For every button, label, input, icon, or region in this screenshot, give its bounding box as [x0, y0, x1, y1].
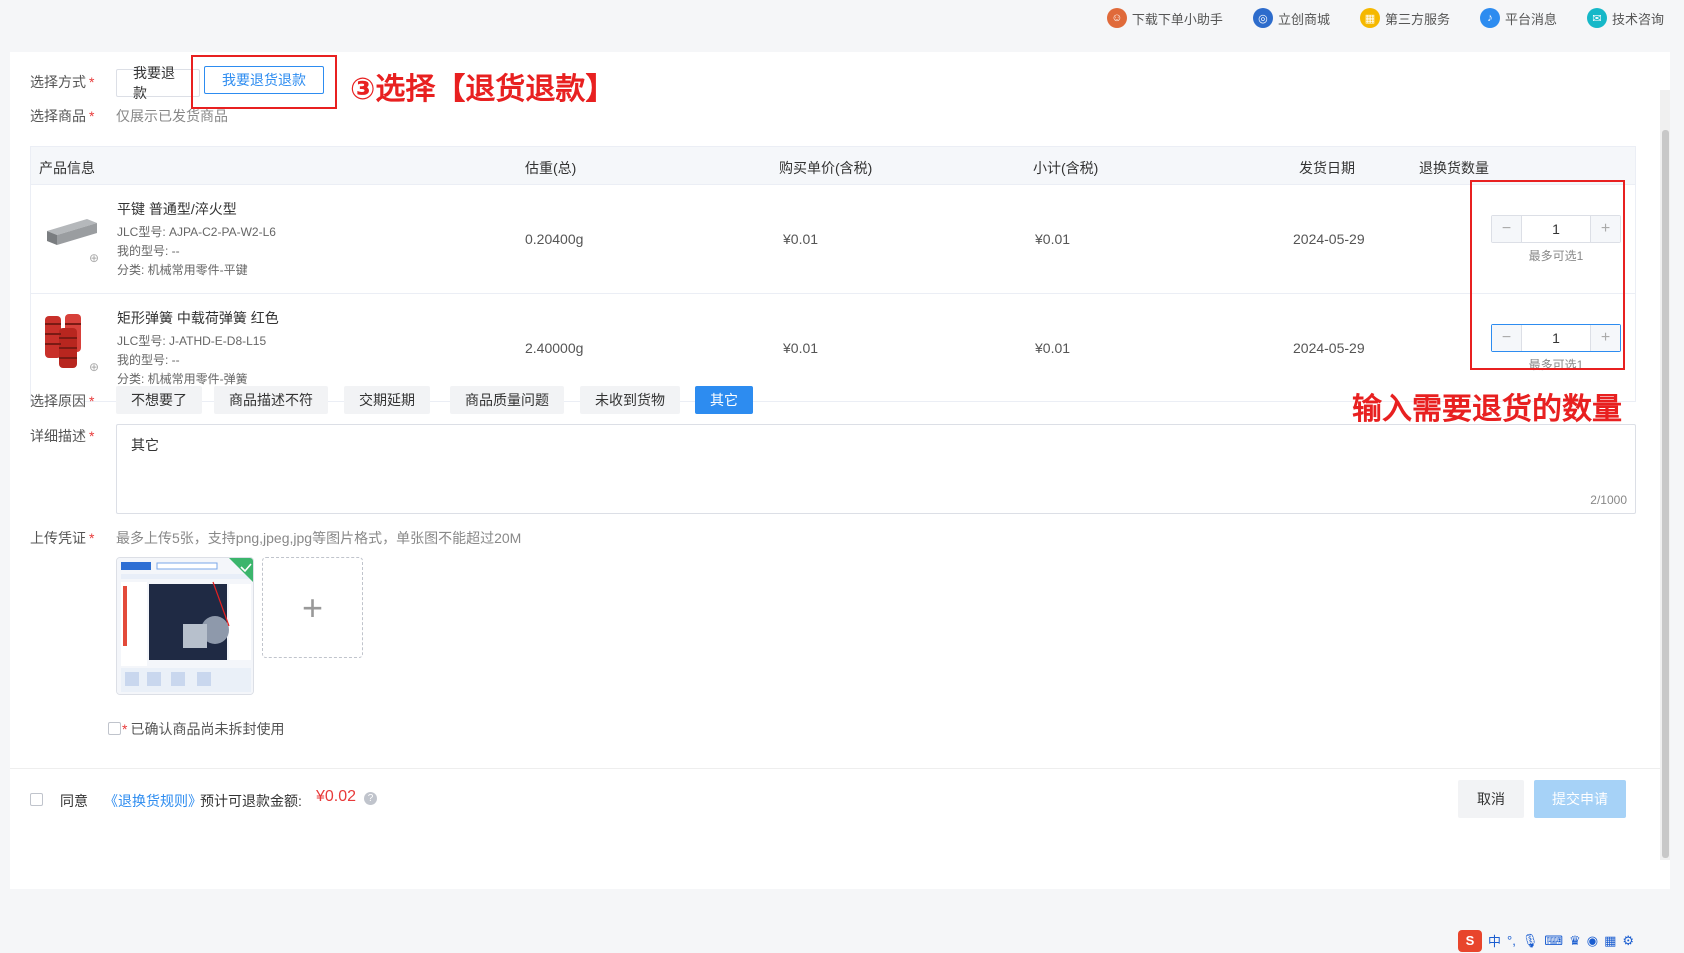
annotation-box-qty	[1470, 180, 1625, 370]
reason-button-not-received[interactable]: 未收到货物	[580, 386, 680, 414]
goods-label: 选择商品 *	[30, 108, 95, 124]
method-refund-only-button[interactable]: 我要退款	[116, 65, 200, 101]
table-row: ⊕ 平键 普通型/淬火型 JLC型号: AJPA-C2-PA-W2-L6 我的型…	[31, 185, 1635, 294]
topbar-messages[interactable]: ♪ 平台消息	[1479, 8, 1557, 28]
annotation-qty-text: 输入需要退货的数量	[1352, 393, 1622, 426]
cell-ship-date: 2024-05-29	[1293, 231, 1365, 247]
rules-link[interactable]: 《退换货规则》	[104, 791, 202, 811]
ime-toolbar: S 中 °, 🎙 ⌨ ♛ ◉ ▦ ⚙	[1458, 928, 1684, 953]
product-jlc-model: JLC型号: J-ATHD-E-D8-L15	[117, 334, 267, 348]
submit-button[interactable]: 提交申请	[1534, 780, 1626, 818]
topbar-third-party[interactable]: ▦ 第三方服务	[1359, 8, 1450, 28]
uploaded-screenshot-preview	[117, 558, 253, 694]
description-text: 其它	[131, 437, 159, 453]
uploaded-image-thumbnail[interactable]	[116, 557, 254, 695]
topbar-label: 第三方服务	[1384, 11, 1450, 27]
upload-add-tile[interactable]: +	[262, 557, 363, 658]
topbar-label: 下载下单小助手	[1131, 11, 1223, 27]
confirm-unopened-checkbox[interactable]	[108, 722, 121, 735]
topbar-label: 平台消息	[1504, 11, 1557, 27]
return-form-card: 选择方式 * 我要退款 我要退货退款 ③选择【退货退款】 选择商品 * 仅展示已发货…	[10, 52, 1670, 889]
cell-ship-date: 2024-05-29	[1293, 340, 1365, 356]
scrollbar-thumb[interactable]	[1662, 130, 1669, 858]
confirm-unopened-label: * 已确认商品尚未拆封使用	[122, 721, 285, 737]
bell-icon: ♪	[1479, 8, 1500, 28]
char-counter: 2/1000	[1590, 493, 1627, 507]
topbar-tech-consult[interactable]: ✉ 技术咨询	[1586, 8, 1664, 28]
product-jlc-model: JLC型号: AJPA-C2-PA-W2-L6	[117, 225, 276, 239]
top-bar: ☺ 下载下单小助手 ◎ 立创商城 ▦ 第三方服务 ♪ 平台消息 ✉ 技术咨询	[0, 0, 1684, 36]
cell-unit-price: ¥0.01	[783, 231, 819, 247]
product-name: 矩形弹簧 中载荷弹簧 红色	[117, 310, 279, 326]
product-category: 分类: 机械常用零件-弹簧	[117, 372, 248, 386]
toolbox-icon[interactable]: ▦	[1604, 933, 1616, 949]
product-my-model: 我的型号: --	[117, 353, 180, 367]
cell-unit-price: ¥0.01	[783, 340, 819, 356]
goods-hint: 仅展示已发货商品	[116, 108, 228, 124]
th-weight: 估重(总)	[525, 160, 577, 176]
th-ship-date: 发货日期	[1299, 160, 1355, 176]
scrollbar-track[interactable]	[1660, 90, 1670, 860]
zoom-icon[interactable]: ⊕	[89, 360, 103, 374]
microphone-icon[interactable]: 🎙	[1522, 933, 1539, 949]
th-unit-price: 购买单价(含税)	[779, 160, 873, 176]
product-name: 平键 普通型/淬火型	[117, 201, 237, 217]
settings-icon[interactable]: ⚙	[1622, 933, 1634, 949]
cell-weight: 2.40000g	[525, 340, 584, 356]
refund-label: 预计可退款金额:	[200, 793, 302, 809]
reason-button-quality[interactable]: 商品质量问题	[450, 386, 564, 414]
topbar-mall[interactable]: ◎ 立创商城	[1252, 8, 1330, 28]
topbar-download-assistant[interactable]: ☺ 下载下单小助手	[1106, 8, 1223, 28]
chat-bubble-icon: ✉	[1586, 8, 1607, 28]
th-subtotal: 小计(含税)	[1033, 160, 1099, 176]
reason-button-delayed[interactable]: 交期延期	[344, 386, 430, 414]
description-label: 详细描述 *	[30, 428, 95, 444]
cell-weight: 0.20400g	[525, 231, 584, 247]
upload-hint: 最多上传5张，支持png,jpeg,jpg等图片格式，单张图不能超过20M	[116, 530, 522, 546]
agree-label: 同意	[60, 793, 88, 809]
cancel-button[interactable]: 取消	[1458, 780, 1524, 818]
ime-logo-icon[interactable]: S	[1458, 929, 1482, 952]
reason-button-mismatch[interactable]: 商品描述不符	[214, 386, 328, 414]
reason-button-unwanted[interactable]: 不想要了	[116, 386, 202, 414]
ime-lang-toggle[interactable]: 中	[1488, 931, 1501, 950]
product-my-model: 我的型号: --	[117, 244, 180, 258]
method-label: 选择方式 *	[30, 74, 95, 90]
annotation-box-method	[191, 55, 337, 109]
cell-subtotal: ¥0.01	[1035, 231, 1071, 247]
reason-button-other[interactable]: 其它	[695, 386, 753, 414]
refund-amount: ¥0.02	[316, 788, 357, 805]
topbar-label: 技术咨询	[1611, 11, 1664, 27]
th-qty: 退换货数量	[1419, 160, 1489, 176]
help-question-icon[interactable]: ?	[364, 792, 377, 805]
reason-label: 选择原因 *	[30, 393, 95, 409]
assistant-avatar-icon: ☺	[1106, 8, 1127, 28]
topbar-label: 立创商城	[1277, 11, 1330, 27]
th-product: 产品信息	[39, 160, 95, 176]
goods-table: 产品信息 估重(总) 购买单价(含税) 小计(含税) 发货日期 退换货数量 ⊕ …	[30, 146, 1636, 402]
keyboard-icon[interactable]: ⌨	[1544, 933, 1563, 949]
upload-label: 上传凭证 *	[30, 530, 95, 546]
game-icon[interactable]: ◉	[1587, 933, 1598, 949]
grid-apps-icon: ▦	[1359, 8, 1380, 28]
zoom-icon[interactable]: ⊕	[89, 251, 103, 265]
ime-punct-toggle[interactable]: °,	[1507, 933, 1516, 948]
mall-logo-icon: ◎	[1252, 8, 1273, 28]
annotation-method-text: ③选择【退货退款】	[350, 73, 616, 106]
description-textarea[interactable]: 其它 2/1000	[116, 424, 1636, 514]
cell-subtotal: ¥0.01	[1035, 340, 1071, 356]
table-header: 产品信息 估重(总) 购买单价(含税) 小计(含税) 发货日期 退换货数量	[31, 147, 1635, 185]
agree-checkbox[interactable]	[30, 793, 43, 806]
product-category: 分类: 机械常用零件-平键	[117, 263, 248, 277]
footer-divider	[10, 768, 1660, 769]
skin-icon[interactable]: ♛	[1569, 933, 1581, 949]
